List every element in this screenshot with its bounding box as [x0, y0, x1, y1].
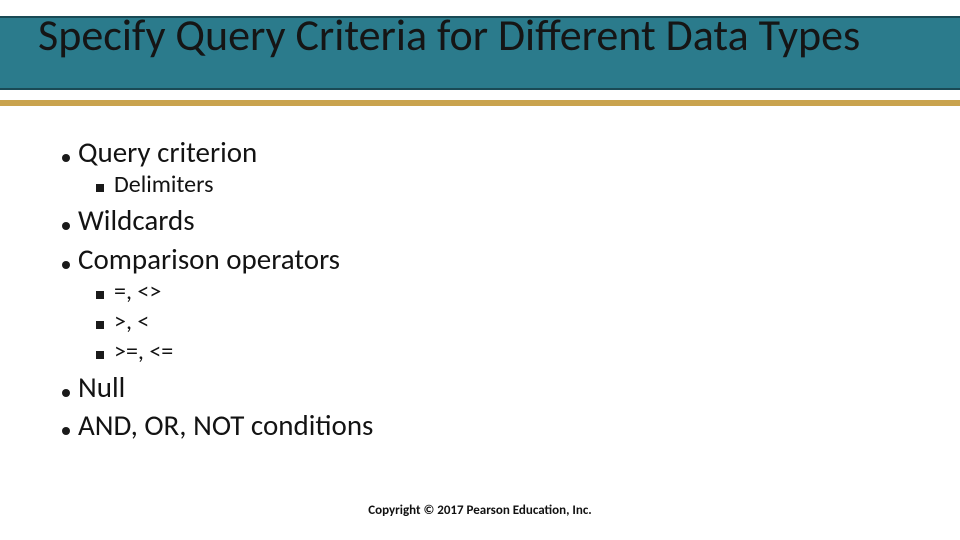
slide-body: Query criterion Delimiters Wildcards Com…: [62, 132, 902, 443]
bullet-dot-icon: [62, 222, 70, 230]
bullet-square-icon: [96, 184, 104, 192]
bullet-dot-icon: [62, 427, 70, 435]
list-item: Null: [62, 369, 902, 405]
bullet-dot-icon: [62, 389, 70, 397]
list-item: >, <: [96, 307, 902, 337]
copyright-footer: Copyright © 2017 Pearson Education, Inc.: [0, 503, 960, 518]
list-item: AND, OR, NOT conditions: [62, 407, 902, 443]
bullet-dot-icon: [62, 154, 70, 162]
list-item: Delimiters: [96, 170, 902, 200]
list-item: >=, <=: [96, 337, 902, 367]
bullet-text: Comparison operators: [78, 241, 340, 277]
list-item: Comparison operators: [62, 241, 902, 277]
bullet-square-icon: [96, 321, 104, 329]
bullet-text: AND, OR, NOT conditions: [78, 407, 373, 443]
bullet-text: Delimiters: [114, 170, 213, 200]
bullet-dot-icon: [62, 261, 70, 269]
bullet-square-icon: [96, 351, 104, 359]
bullet-text: Query criterion: [78, 134, 257, 170]
bullet-text: >=, <=: [114, 337, 173, 367]
list-item: =, <>: [96, 277, 902, 307]
bullet-text: Wildcards: [78, 202, 195, 238]
list-item: Wildcards: [62, 202, 902, 238]
list-item: Query criterion: [62, 134, 902, 170]
bullet-text: >, <: [114, 307, 149, 337]
slide-title: Specify Query Criteria for Different Dat…: [38, 12, 918, 58]
bullet-text: Null: [78, 369, 125, 405]
bullet-text: =, <>: [114, 277, 161, 307]
bullet-square-icon: [96, 291, 104, 299]
title-underline: [0, 100, 960, 106]
